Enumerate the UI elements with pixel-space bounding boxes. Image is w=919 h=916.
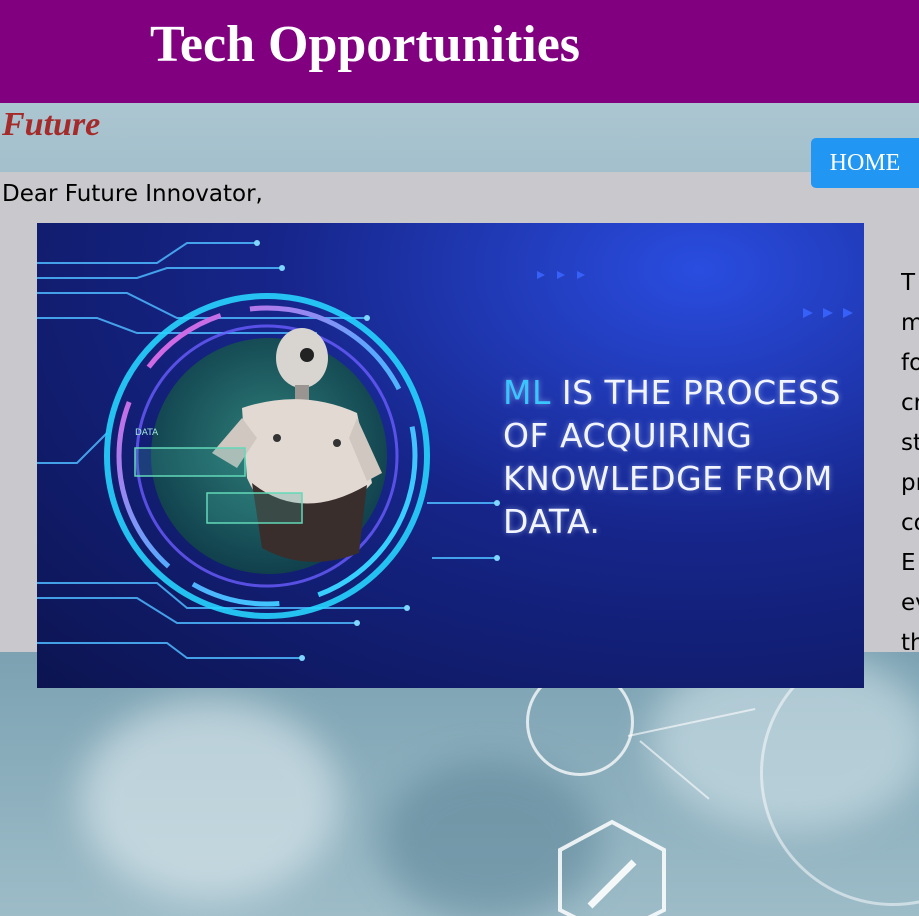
body-line: co [901, 510, 919, 536]
body-line: pr [901, 470, 919, 496]
page-title: Tech Opportunities [150, 16, 581, 73]
body-line: E [901, 550, 916, 576]
ml-banner-image: DATA ML IS THE PROCESS OF ACQUIRING KNOW… [37, 223, 864, 688]
banner-line-4: DATA. [503, 502, 601, 541]
section-subtitle: Future [2, 106, 101, 143]
banner-line-2: OF ACQUIRING [503, 416, 753, 455]
body-line: st [901, 430, 919, 456]
banner-line-3: KNOWLEDGE FROM [503, 459, 833, 498]
syringe-icon [558, 819, 666, 916]
body-line: fo [901, 350, 919, 376]
body-line: th [901, 630, 919, 656]
body-line: m [901, 310, 919, 336]
letter-body-text: T m fo cr st pr co E ev th [901, 263, 919, 663]
background-blur [80, 700, 340, 900]
body-line: ev [901, 590, 919, 616]
body-line: cr [901, 390, 919, 416]
screen-label: DATA [135, 428, 159, 438]
header-bar: Tech Opportunities [0, 0, 919, 103]
page: Tech Opportunities Future HOME Dear Futu… [0, 0, 919, 916]
body-line: T [901, 270, 916, 296]
banner-line-1-rest: IS THE PROCESS [550, 373, 841, 412]
banner-line-1: ML IS THE PROCESS [503, 371, 841, 414]
arrow-decoration [537, 271, 853, 318]
banner-accent-word: ML [503, 373, 551, 412]
home-button[interactable]: HOME [811, 138, 919, 188]
greeting-text: Dear Future Innovator, [2, 181, 263, 207]
banner-headline: ML IS THE PROCESS OF ACQUIRING KNOWLEDGE… [503, 371, 841, 543]
